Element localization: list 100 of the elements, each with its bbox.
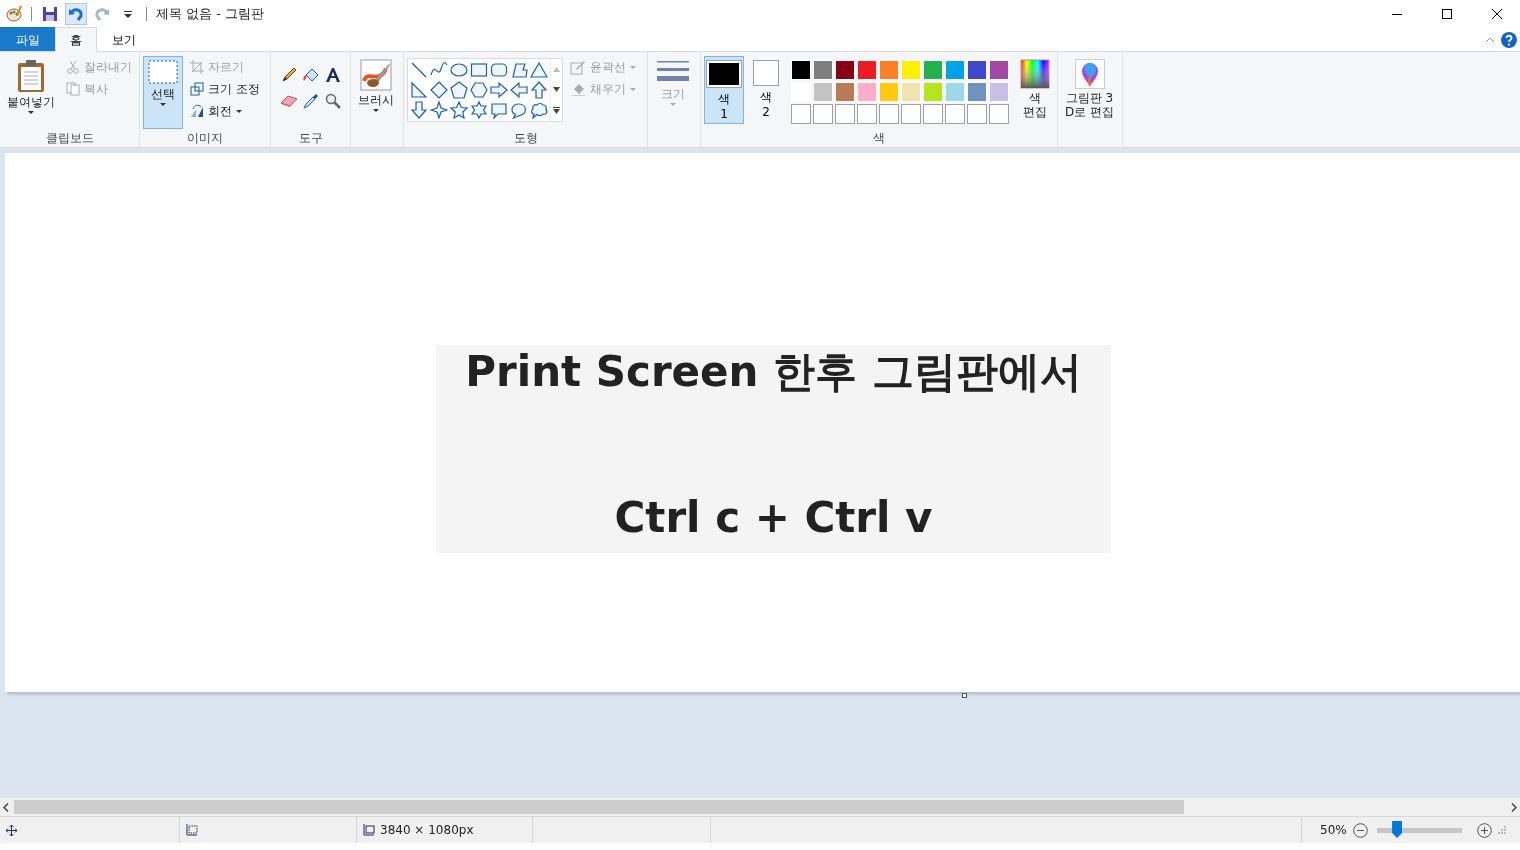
palette-color[interactable] [945,82,965,102]
color-1-button[interactable]: 색 1 [704,56,744,124]
zoom-level: 50% [1320,822,1347,839]
pentagon-icon[interactable] [450,81,468,99]
empty-color-slot[interactable] [857,104,877,124]
palette-color[interactable] [945,60,965,80]
right-arrow-icon[interactable] [490,81,508,99]
zoom-out-button[interactable] [1352,822,1368,838]
empty-color-slot[interactable] [813,104,833,124]
palette-color[interactable] [967,82,987,102]
paint-palette-icon [6,5,24,23]
palette-color[interactable] [835,60,855,80]
four-point-star-icon[interactable] [430,101,448,119]
up-arrow-icon[interactable] [530,81,548,99]
empty-color-slot[interactable] [835,104,855,124]
color-picker-icon[interactable] [303,93,319,109]
group-label: 이미지 [186,130,224,147]
zoom-in-button[interactable] [1476,822,1492,838]
palette-color[interactable] [989,82,1009,102]
palette-color[interactable] [835,82,855,102]
palette-color[interactable] [923,82,943,102]
expand-gallery-icon[interactable] [553,106,560,114]
image-size-icon [363,824,375,836]
text-icon[interactable] [325,67,341,83]
speech-bubble-icon[interactable] [490,101,508,119]
palette-color[interactable] [923,60,943,80]
resize-grip-icon [1497,826,1506,834]
group-label: 도형 [512,130,539,147]
paint-3d-button[interactable]: 그림판 3 D로 편집 [1061,56,1119,129]
brush-icon [360,59,392,91]
empty-color-slot[interactable] [967,104,987,124]
diamond-icon[interactable] [430,81,448,99]
empty-color-slot[interactable] [989,104,1009,124]
undo-button[interactable] [65,3,87,25]
chevron-right-icon [1511,802,1517,812]
ellipse-icon[interactable] [450,61,468,79]
magnifier-icon[interactable] [325,93,341,109]
empty-color-slot[interactable] [945,104,965,124]
palette-color[interactable] [879,60,899,80]
redo-icon [94,6,110,22]
scroll-down-icon[interactable] [553,86,560,92]
selection-size-icon [186,824,198,836]
palette-color[interactable] [901,60,921,80]
slider-thumb[interactable] [1392,821,1403,838]
palette-color[interactable] [857,60,877,80]
edit-colors-button[interactable]: 색 편집 [1016,56,1054,129]
select-button[interactable]: 선택 [143,56,183,129]
scissors-icon [66,60,80,74]
empty-color-slot[interactable] [879,104,899,124]
rotate-button[interactable]: 회전 [187,100,263,122]
palette-color[interactable] [967,60,987,80]
group-label: 클립보드 [44,130,95,147]
resize-handle[interactable] [962,693,967,698]
color-2-button[interactable]: 색 2 [746,56,786,124]
rectangle-icon[interactable] [470,61,488,79]
paint-drop-icon [1074,59,1105,89]
palette-color[interactable] [813,82,833,102]
six-point-star-icon[interactable] [470,101,488,119]
palette-color[interactable] [813,60,833,80]
collapse-ribbon-icon[interactable] [1485,37,1495,43]
palette-color[interactable] [879,82,899,102]
clipboard-icon [16,59,46,93]
cloud-callout-icon[interactable] [530,101,548,119]
star-icon[interactable] [450,101,468,119]
canvas-text: Ctrl c + Ctrl v [614,497,933,539]
line-icon[interactable] [410,61,428,79]
color-spectrum-icon [1020,59,1050,89]
palette-color[interactable] [857,82,877,102]
maximize-icon [1442,9,1452,19]
selection-icon [147,59,179,85]
polygon-icon[interactable] [510,61,528,79]
palette-color[interactable] [901,82,921,102]
close-icon [1492,9,1502,19]
right-triangle-icon[interactable] [410,81,428,99]
pencil-icon [570,59,586,75]
empty-color-slot[interactable] [901,104,921,124]
oval-callout-icon[interactable] [510,101,528,119]
group-label: 색 [872,130,886,147]
down-arrow-icon[interactable] [410,101,428,119]
palette-color[interactable] [791,60,811,80]
canvas-text: Print Screen 한후 그림판에서 [465,351,1082,393]
hexagon-icon[interactable] [470,81,488,99]
ribbon-tab[interactable]: 홈 [55,27,97,52]
triangle-icon[interactable] [530,61,548,79]
pencil-icon[interactable] [281,67,297,83]
ribbon-tab[interactable]: 파일 [0,27,55,51]
minus-icon [1352,822,1368,838]
rounded-rectangle-icon[interactable] [490,61,508,79]
eraser-icon[interactable] [280,94,298,108]
empty-color-slot[interactable] [791,104,811,124]
scrollbar-thumb[interactable] [14,800,1184,814]
palette-color[interactable] [989,60,1009,80]
crop-icon [190,60,204,74]
resize-button[interactable]: 크기 조정 [187,78,263,100]
brushes-button[interactable]: 브러시 [354,56,398,129]
help-icon[interactable] [1501,32,1517,48]
left-arrow-icon[interactable] [510,81,528,99]
empty-color-slot[interactable] [923,104,943,124]
dropdown-icon [123,9,133,19]
paste-button[interactable]: 붙여넣기 [3,56,59,129]
